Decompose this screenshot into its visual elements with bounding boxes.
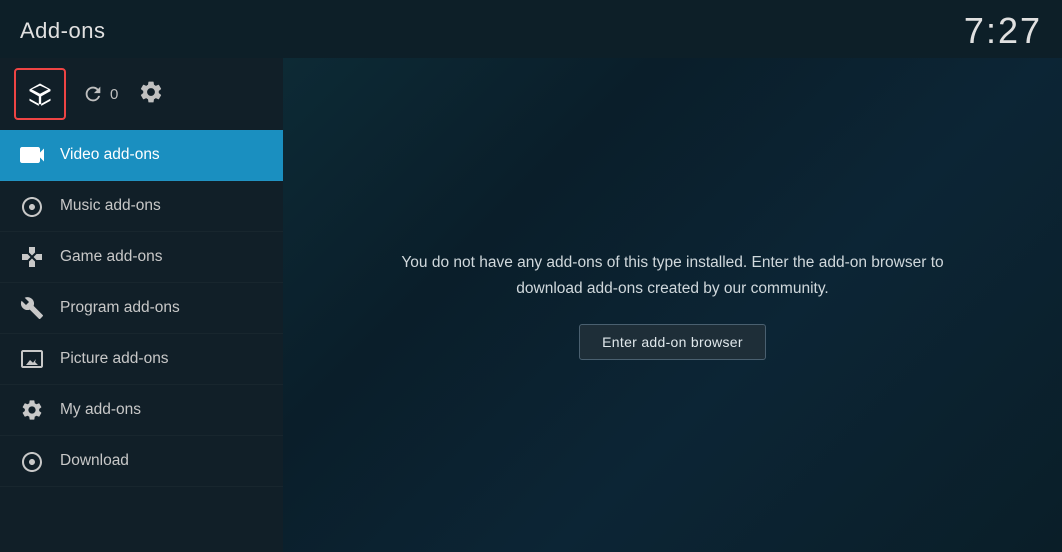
app-title: Add-ons (20, 18, 105, 44)
refresh-icon (82, 83, 104, 105)
box-icon (26, 80, 54, 108)
clock-display: 7:27 (964, 10, 1042, 52)
game-icon (20, 245, 44, 269)
sidebar-item-picture-label: Picture add-ons (60, 350, 169, 368)
settings-button[interactable] (138, 79, 164, 110)
sidebar-item-video-addons[interactable]: Video add-ons (0, 130, 283, 181)
sidebar-toolbar: 0 (0, 58, 283, 130)
sidebar-item-picture-addons[interactable]: Picture add-ons (0, 334, 283, 385)
content-area: You do not have any add-ons of this type… (283, 58, 1062, 552)
enter-addon-browser-button[interactable]: Enter add-on browser (579, 324, 766, 360)
video-icon (20, 143, 44, 167)
app-header: Add-ons 7:27 (0, 0, 1062, 58)
refresh-button[interactable]: 0 (82, 83, 118, 105)
sidebar-item-program-label: Program add-ons (60, 299, 180, 317)
sidebar-item-my-addons[interactable]: My add-ons (0, 385, 283, 436)
sidebar-item-download-label: Download (60, 452, 129, 470)
sidebar-item-music-label: Music add-ons (60, 197, 161, 215)
sidebar-item-program-addons[interactable]: Program add-ons (0, 283, 283, 334)
empty-state-message: You do not have any add-ons of this type… (373, 250, 973, 301)
gear-icon (138, 79, 164, 105)
sidebar-item-my-addons-label: My add-ons (60, 401, 141, 419)
sidebar-item-video-label: Video add-ons (60, 146, 160, 164)
sidebar-item-game-label: Game add-ons (60, 248, 163, 266)
main-layout: 0 Video add-ons Music add-ons (0, 58, 1062, 552)
refresh-count: 0 (110, 86, 118, 103)
music-icon (20, 194, 44, 218)
my-addons-icon (20, 398, 44, 422)
sidebar-item-download[interactable]: Download (0, 436, 283, 487)
sidebar: 0 Video add-ons Music add-ons (0, 58, 283, 552)
sidebar-item-music-addons[interactable]: Music add-ons (0, 181, 283, 232)
addon-box-icon[interactable] (14, 68, 66, 120)
sidebar-item-game-addons[interactable]: Game add-ons (0, 232, 283, 283)
download-icon (20, 449, 44, 473)
program-icon (20, 296, 44, 320)
picture-icon (20, 347, 44, 371)
